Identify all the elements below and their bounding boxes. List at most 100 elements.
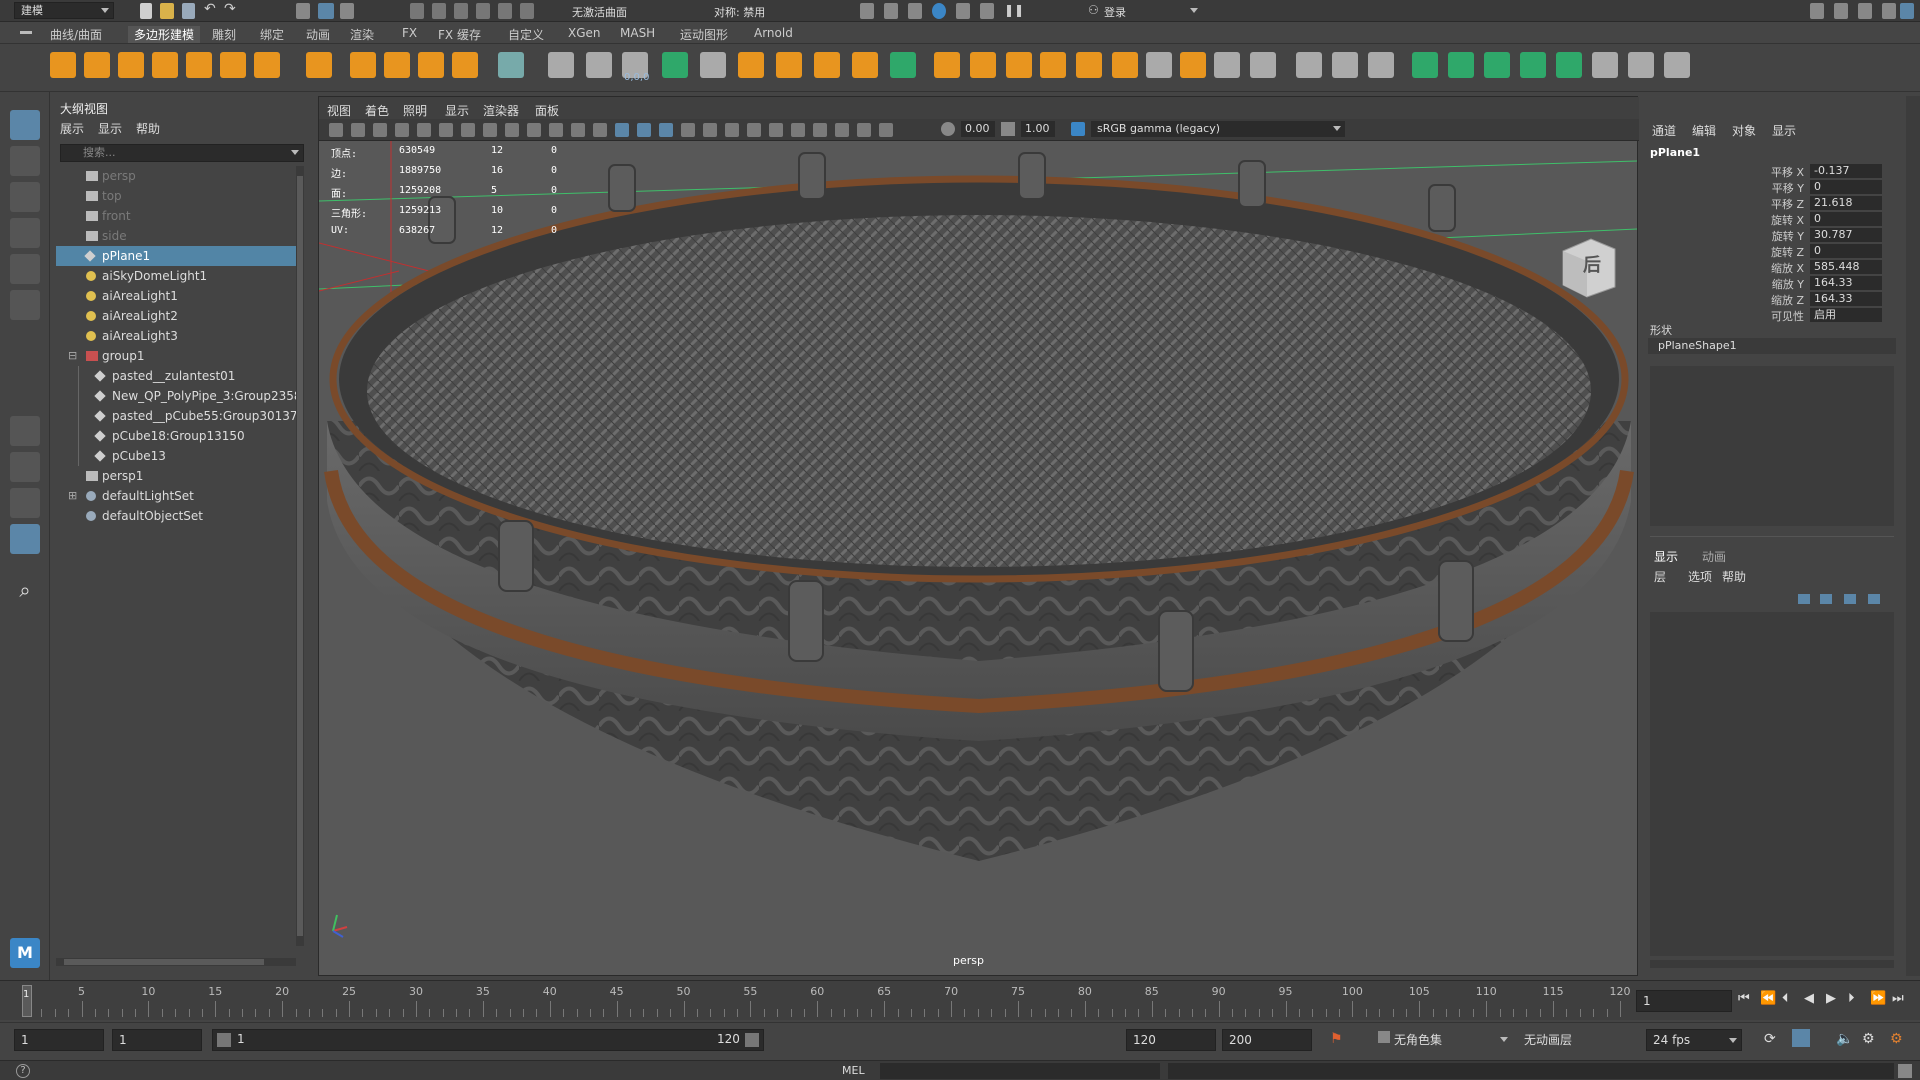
transfer-attributes-icon[interactable] (1592, 52, 1618, 78)
channel-value-field[interactable]: -0.137 (1810, 164, 1882, 178)
channel-box-menu-item[interactable]: 通道 (1652, 122, 1676, 139)
sweep-mesh-icon[interactable] (384, 52, 410, 78)
animation-end-field[interactable]: 200 (1222, 1029, 1312, 1051)
grid-icon[interactable] (439, 123, 453, 137)
animation-start-field[interactable]: 1 (14, 1029, 104, 1051)
select-tool-icon[interactable] (10, 110, 40, 140)
default-material-icon[interactable] (637, 123, 651, 137)
lasso-tool-icon[interactable] (10, 146, 40, 176)
shelf-tab[interactable]: 自定义 (508, 26, 544, 43)
film-gate-icon[interactable] (461, 123, 475, 137)
outliner-item[interactable]: ⊞ defaultLightSet (56, 486, 296, 506)
search-icon[interactable]: ⌕ (10, 578, 40, 608)
playback-settings-icon[interactable]: ⚙ (1890, 1031, 1903, 1047)
cone-icon[interactable] (152, 52, 178, 78)
channel-label[interactable]: 旋转 X (1744, 212, 1804, 228)
normals-icon[interactable] (1412, 52, 1438, 78)
paint-select-tool-icon[interactable] (10, 182, 40, 212)
anim-layer-dropdown[interactable]: 无动画层 (1524, 1029, 1644, 1051)
playback-end-field[interactable]: 120 (1126, 1029, 1216, 1051)
exposure-icon[interactable] (941, 122, 955, 136)
snap-grid-icon[interactable] (410, 3, 424, 19)
range-start-handle[interactable] (217, 1033, 231, 1047)
bevel-icon[interactable] (970, 52, 996, 78)
safe-title-icon[interactable] (571, 123, 585, 137)
gamma-field[interactable]: 1.00 (1021, 121, 1055, 137)
outliner-menu-item[interactable]: 展示 (60, 120, 84, 137)
outliner-search-input[interactable]: 搜索... (60, 144, 304, 162)
channel-box-menu-item[interactable]: 对象 (1732, 122, 1756, 139)
channel-value-field[interactable]: 585.448 (1810, 260, 1882, 274)
delete-history-icon[interactable] (1628, 52, 1654, 78)
freeze-transform-icon[interactable] (1664, 52, 1690, 78)
exposure-field[interactable]: 0.00 (961, 121, 995, 137)
uv-editor-icon[interactable] (498, 52, 524, 78)
select-camera-icon[interactable] (329, 123, 343, 137)
cache-playback-icon[interactable] (1792, 1029, 1810, 1047)
color-management-icon[interactable] (1071, 122, 1085, 136)
outliner-item[interactable]: pasted__zulantest01 (56, 366, 296, 386)
channel-box-menu-item[interactable]: 编辑 (1692, 122, 1716, 139)
edge-loop-icon[interactable] (1040, 52, 1066, 78)
two-pane-layout-icon[interactable] (10, 488, 40, 518)
viewport-menu-item[interactable]: 着色 (365, 102, 389, 119)
channel-label[interactable]: 平移 Y (1744, 180, 1804, 196)
snap-tangent-icon[interactable] (520, 3, 534, 19)
viewport-menu-item[interactable]: 渲染器 (483, 102, 519, 119)
circularize-icon[interactable] (1368, 52, 1394, 78)
wireframe-icon[interactable] (593, 123, 607, 137)
outliner-item[interactable]: pCube13 (56, 446, 296, 466)
scale-tool-icon[interactable] (10, 290, 40, 320)
remesh-icon[interactable] (776, 52, 802, 78)
channel-value-field[interactable]: 21.618 (1810, 196, 1882, 210)
command-language-toggle[interactable]: MEL (842, 1064, 865, 1077)
render-frame-icon[interactable] (860, 3, 874, 19)
extrude-icon[interactable] (934, 52, 960, 78)
shelf-tab[interactable]: FX 缓存 (438, 26, 481, 43)
animation-prefs-icon[interactable]: ⚙ (1862, 1031, 1875, 1047)
boolean-icon[interactable] (738, 52, 764, 78)
outliner-item[interactable]: aiAreaLight2 (56, 306, 296, 326)
insert-edge-loop-icon[interactable] (1214, 52, 1240, 78)
workspace-icon[interactable] (1810, 3, 1824, 19)
range-end-handle[interactable] (745, 1033, 759, 1047)
new-scene-icon[interactable] (140, 3, 152, 19)
viewport-menu-item[interactable]: 显示 (445, 102, 469, 119)
arnold-render-icon[interactable] (980, 3, 994, 19)
channel-box-toggle-icon[interactable] (1900, 3, 1914, 19)
channel-label[interactable]: 平移 Z (1744, 196, 1804, 212)
platonic-icon[interactable] (306, 52, 332, 78)
view-transform-dropdown[interactable]: sRGB gamma (legacy) (1091, 121, 1345, 137)
character-set-dropdown[interactable]: 无角色集 (1394, 1029, 1514, 1051)
field-chart-icon[interactable] (527, 123, 541, 137)
viewport-panel[interactable]: 视图 着色 照明 显示 渲染器 面板 0.00 1.00 sRGB gamma (lega… (318, 96, 1639, 976)
layer-move-down-icon[interactable] (1820, 594, 1832, 604)
textured-icon[interactable] (659, 123, 673, 137)
symmetry-icon[interactable] (890, 52, 916, 78)
modeling-toolkit-icon[interactable] (1834, 3, 1848, 19)
xray-joints-icon[interactable] (857, 123, 871, 137)
select-by-object-icon[interactable] (318, 3, 334, 19)
reverse-normals-icon[interactable] (1556, 52, 1582, 78)
shelf-tab[interactable]: 雕刻 (212, 26, 236, 43)
outliner-item[interactable]: top (56, 186, 296, 206)
layer-editor-menu-item[interactable]: 层 (1654, 568, 1666, 585)
combine-icon[interactable] (586, 52, 612, 78)
shelf-tab[interactable]: 运动图形 (680, 26, 728, 43)
ambient-occlusion-icon[interactable] (725, 123, 739, 137)
viewport-canvas[interactable] (319, 141, 1637, 975)
bookmark-icon[interactable] (373, 123, 387, 137)
channel-value-field[interactable]: 30.787 (1810, 228, 1882, 242)
command-input[interactable] (880, 1063, 1160, 1079)
goto-end-icon[interactable]: ⏭ (1892, 991, 1908, 1007)
step-forward-key-icon[interactable]: ⏩ (1870, 991, 1886, 1007)
outliner-item[interactable]: persp (56, 166, 296, 186)
render-view-icon[interactable] (956, 3, 970, 19)
smooth-shade-icon[interactable] (615, 123, 629, 137)
save-scene-icon[interactable] (182, 3, 195, 19)
goto-start-icon[interactable]: ⏮ (1738, 991, 1754, 1007)
cylinder-icon[interactable] (118, 52, 144, 78)
use-all-lights-icon[interactable] (681, 123, 695, 137)
rotate-tool-icon[interactable] (10, 254, 40, 284)
backface-icon[interactable] (879, 123, 893, 137)
